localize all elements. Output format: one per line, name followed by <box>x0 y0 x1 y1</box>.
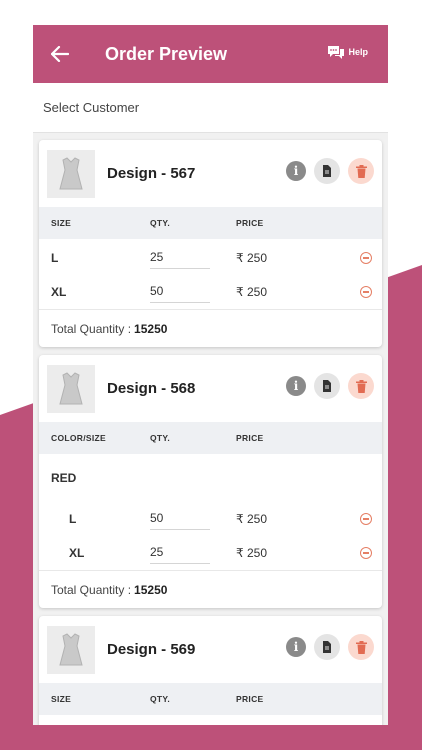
document-icon <box>323 641 331 653</box>
size-value: L <box>69 512 77 526</box>
remove-row-icon[interactable] <box>360 252 372 264</box>
remove-row-icon[interactable] <box>360 547 372 559</box>
delete-button[interactable] <box>348 373 374 399</box>
column-size: SIZE <box>51 218 72 228</box>
info-button[interactable]: i <box>286 376 306 396</box>
design-list: Design - 567 i SIZE QTY. PRICE L 25 ₹ 25… <box>33 133 388 725</box>
trash-icon <box>355 640 367 654</box>
qty-input[interactable]: 50 <box>150 282 210 303</box>
qty-input[interactable]: 25 <box>150 543 210 564</box>
document-icon <box>323 165 331 177</box>
app-bar: Order Preview Help <box>33 25 388 83</box>
design-card: Design - 568 i COLOR/SIZE QTY. PRICE RED <box>39 355 382 608</box>
total-value: 15250 <box>134 582 168 597</box>
column-size: SIZE <box>51 694 72 704</box>
card-actions: i <box>286 373 374 399</box>
info-button[interactable]: i <box>286 637 306 657</box>
info-icon: i <box>293 640 299 654</box>
design-name: Design - 567 <box>107 165 196 182</box>
size-value: XL <box>51 285 67 299</box>
qty-input[interactable]: 50 <box>150 509 210 530</box>
size-value: XL <box>69 546 85 560</box>
total-label: Total Quantity : <box>51 582 132 597</box>
info-button[interactable]: i <box>286 161 306 181</box>
design-thumbnail[interactable] <box>47 364 95 413</box>
select-customer-label: Select Customer <box>43 100 140 115</box>
column-color-size: COLOR/SIZE <box>51 433 106 443</box>
table-row: L 25 ₹ 250 <box>39 241 382 275</box>
help-label: Help <box>348 47 368 57</box>
table-header: SIZE QTY. PRICE <box>39 207 382 239</box>
total-quantity: Total Quantity : 15250 <box>39 570 382 608</box>
qty-input[interactable]: 25 <box>150 248 210 269</box>
info-icon: i <box>293 164 299 178</box>
dress-icon <box>59 632 83 665</box>
app-screen: Order Preview Help Select Customer Desig… <box>33 25 388 725</box>
design-card-header: Design - 568 i <box>39 355 382 422</box>
delete-button[interactable] <box>348 158 374 184</box>
design-name: Design - 569 <box>107 641 196 658</box>
trash-icon <box>355 379 367 393</box>
design-thumbnail[interactable] <box>47 149 95 198</box>
table-header: COLOR/SIZE QTY. PRICE <box>39 422 382 454</box>
remove-row-icon[interactable] <box>360 513 372 525</box>
total-value: 15250 <box>134 321 168 336</box>
column-qty: QTY. <box>150 694 171 704</box>
document-button[interactable] <box>314 158 340 184</box>
back-button[interactable] <box>33 25 87 83</box>
design-card: Design - 567 i SIZE QTY. PRICE L 25 ₹ 25… <box>39 140 382 347</box>
table-row: L 50 ₹ 250 <box>39 502 382 536</box>
column-qty: QTY. <box>150 218 171 228</box>
design-card-header: Design - 567 i <box>39 140 382 207</box>
arrow-left-icon <box>51 46 69 62</box>
table-row: XL 50 ₹ 250 <box>39 275 382 309</box>
delete-button[interactable] <box>348 634 374 660</box>
dress-icon <box>59 156 83 189</box>
price-value: ₹ 250 <box>236 512 267 526</box>
page-title: Order Preview <box>105 43 228 64</box>
table-row: XL 25 ₹ 250 <box>39 536 382 570</box>
card-actions: i <box>286 158 374 184</box>
trash-icon <box>355 164 367 178</box>
column-price: PRICE <box>236 218 264 228</box>
select-customer-field[interactable]: Select Customer <box>33 83 388 133</box>
design-card: Design - 569 i SIZE QTY. PRICE <box>39 616 382 725</box>
remove-row-icon[interactable] <box>360 286 372 298</box>
price-value: ₹ 250 <box>236 546 267 560</box>
help-button[interactable]: Help <box>327 44 368 60</box>
document-button[interactable] <box>314 634 340 660</box>
document-icon <box>323 380 331 392</box>
total-quantity: Total Quantity : 15250 <box>39 309 382 347</box>
chat-help-icon <box>328 46 345 59</box>
info-icon: i <box>293 379 299 393</box>
column-price: PRICE <box>236 694 264 704</box>
color-group-label: RED <box>51 471 77 485</box>
price-value: ₹ 250 <box>236 251 267 265</box>
total-label: Total Quantity : <box>51 321 132 336</box>
design-thumbnail[interactable] <box>47 625 95 674</box>
price-value: ₹ 250 <box>236 285 267 299</box>
card-actions: i <box>286 634 374 660</box>
document-button[interactable] <box>314 373 340 399</box>
column-qty: QTY. <box>150 433 171 443</box>
size-value: L <box>51 251 59 265</box>
table-header: SIZE QTY. PRICE <box>39 683 382 715</box>
dress-icon <box>59 371 83 404</box>
design-name: Design - 568 <box>107 380 196 397</box>
design-card-header: Design - 569 i <box>39 616 382 683</box>
column-price: PRICE <box>236 433 264 443</box>
